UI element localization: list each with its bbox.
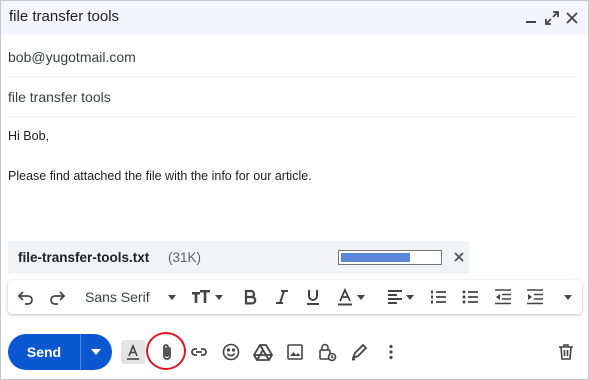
more-formatting-icon[interactable] — [559, 288, 577, 306]
drive-icon[interactable] — [253, 342, 273, 362]
bold-icon[interactable] — [241, 288, 259, 306]
subject-field[interactable]: file transfer tools — [8, 89, 111, 105]
undo-icon[interactable] — [17, 288, 35, 306]
more-options-icon[interactable] — [381, 342, 401, 362]
attachment-name[interactable]: file-transfer-tools.txt — [18, 250, 149, 265]
redo-icon[interactable] — [48, 288, 66, 306]
formatting-toolbar: Sans Serif — [8, 280, 582, 314]
upload-progress-fill — [341, 253, 410, 262]
numbered-list-icon[interactable] — [429, 288, 447, 306]
font-dropdown-icon[interactable] — [163, 288, 181, 306]
text-color-icon[interactable] — [336, 288, 354, 306]
send-button[interactable]: Send — [8, 334, 112, 370]
text-size-dropdown-icon[interactable] — [214, 288, 224, 306]
compose-header[interactable]: file transfer tools — [1, 1, 587, 35]
body-line-message[interactable]: Please find attached the file with the i… — [8, 169, 312, 183]
formatting-options-icon — [127, 343, 139, 360]
signature-icon[interactable] — [349, 342, 369, 362]
align-dropdown-icon[interactable] — [405, 288, 415, 306]
italic-icon[interactable] — [273, 288, 291, 306]
discard-icon[interactable] — [556, 342, 576, 362]
upload-progress-bar — [338, 250, 442, 265]
recipients-field[interactable]: bob@yugotmail.com — [8, 49, 136, 65]
attachment-chip[interactable]: file-transfer-tools.txt (31K) — [8, 241, 469, 274]
close-icon[interactable] — [564, 10, 580, 26]
send-divider — [80, 334, 81, 370]
link-icon[interactable] — [189, 342, 209, 362]
align-icon[interactable] — [386, 288, 404, 306]
font-selector[interactable]: Sans Serif — [85, 289, 150, 305]
send-button-label[interactable]: Send — [8, 334, 80, 370]
indent-more-icon[interactable] — [526, 288, 544, 306]
text-color-dropdown-icon[interactable] — [356, 288, 366, 306]
indent-less-icon[interactable] — [494, 288, 512, 306]
text-size-icon[interactable] — [191, 288, 213, 306]
formatting-options-button[interactable] — [121, 340, 145, 364]
divider — [8, 116, 576, 117]
attachment-size: (31K) — [168, 250, 202, 265]
underline-icon[interactable] — [304, 288, 322, 306]
compose-title: file transfer tools — [9, 8, 120, 25]
emoji-icon[interactable] — [221, 342, 241, 362]
confidential-icon[interactable] — [317, 342, 337, 362]
minimize-icon[interactable] — [523, 10, 539, 26]
expand-icon[interactable] — [544, 10, 560, 26]
photo-icon[interactable] — [285, 342, 305, 362]
bulleted-list-icon[interactable] — [461, 288, 479, 306]
body-line-greeting[interactable]: Hi Bob, — [8, 129, 49, 143]
remove-attachment-icon[interactable] — [453, 251, 465, 263]
highlight-circle — [146, 332, 186, 370]
divider — [8, 76, 576, 77]
send-options-icon[interactable] — [90, 348, 102, 356]
